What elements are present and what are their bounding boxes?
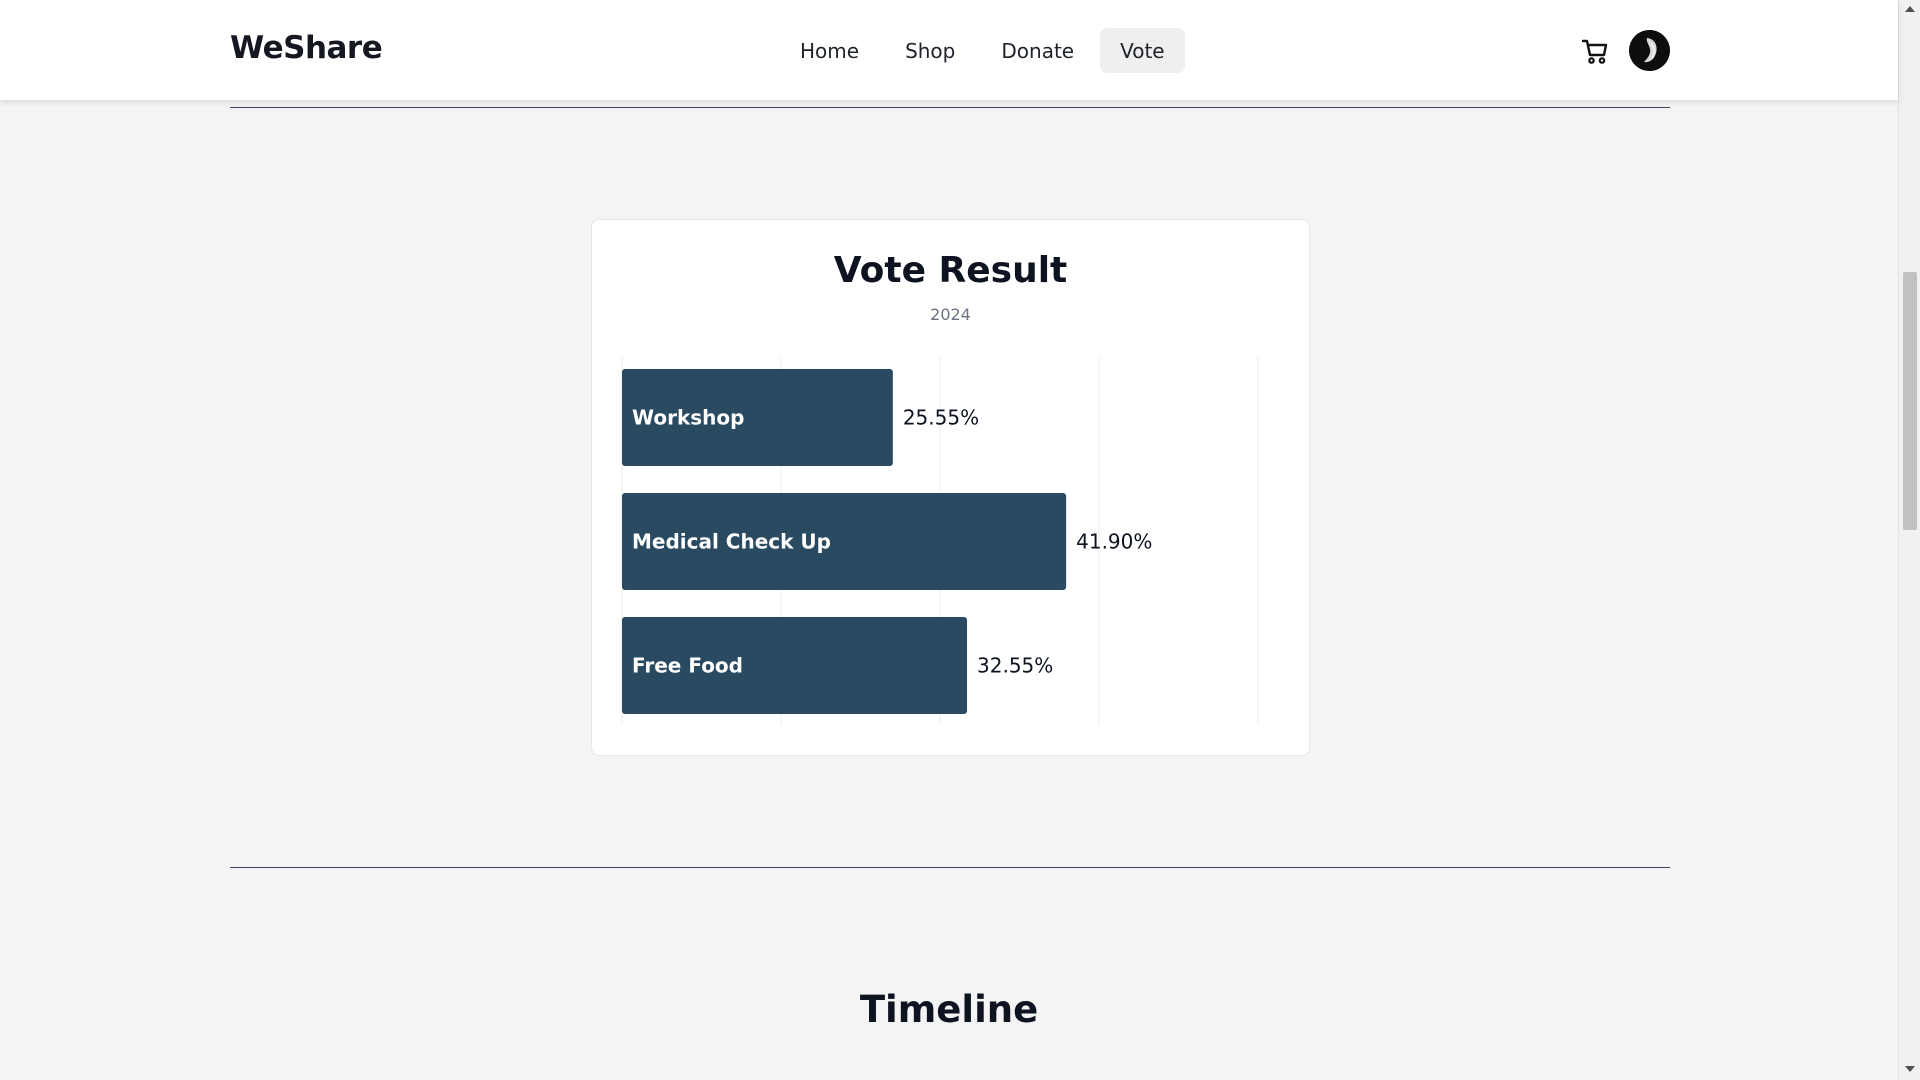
vote-result-card: Vote Result 2024 Workshop 25.55% Medical C… — [591, 219, 1310, 756]
nav-vote[interactable]: Vote — [1100, 28, 1185, 73]
timeline-title: Timeline — [859, 988, 1039, 1031]
vote-bar-category-label: Medical Check Up — [632, 530, 831, 554]
top-navbar: WeShare Home Shop Donate Vote — [0, 0, 1898, 100]
main-nav: Home Shop Donate Vote — [780, 28, 1185, 73]
vote-bar-category-label: Free Food — [632, 654, 743, 678]
vote-bar-category-label: Workshop — [632, 406, 744, 430]
top-divider — [230, 107, 1670, 108]
site-logo[interactable]: WeShare — [230, 30, 383, 66]
scroll-down-icon[interactable] — [1905, 1066, 1915, 1072]
cart-icon[interactable] — [1580, 36, 1610, 66]
vote-bar-chart: Workshop 25.55% Medical Check Up 41.90% Free… — [621, 357, 1259, 725]
nav-donate[interactable]: Donate — [981, 28, 1094, 73]
nav-shop[interactable]: Shop — [885, 28, 975, 73]
scroll-thumb[interactable] — [1903, 272, 1917, 530]
section-divider — [230, 867, 1670, 868]
vote-bar-value-label: 41.90% — [1076, 530, 1152, 554]
nav-home[interactable]: Home — [780, 28, 879, 73]
page-scrollbar[interactable] — [1898, 0, 1920, 1080]
vote-bar-value-label: 25.55% — [903, 406, 979, 430]
vote-bar-value-label: 32.55% — [977, 654, 1053, 678]
scroll-up-icon[interactable] — [1905, 6, 1915, 12]
avatar[interactable] — [1629, 30, 1670, 71]
